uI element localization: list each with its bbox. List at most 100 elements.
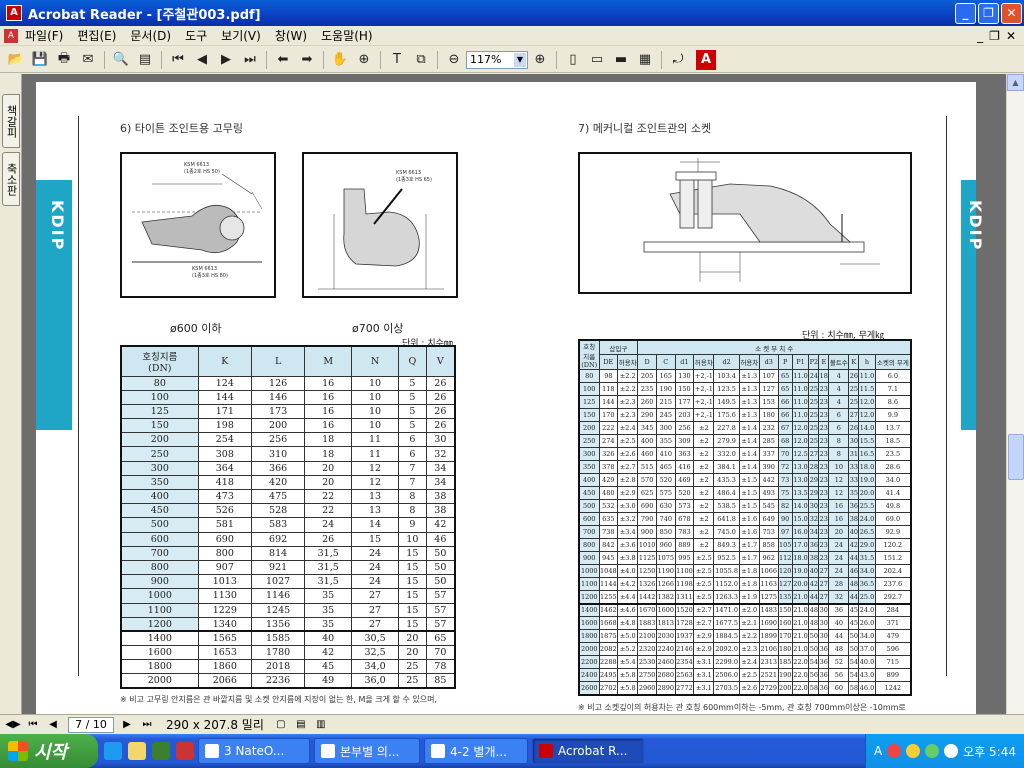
ime-indicator[interactable]: A [874, 744, 882, 758]
doc-restore-button[interactable]: ❐ [989, 29, 1000, 43]
ie-icon[interactable] [104, 742, 122, 760]
tray-icon[interactable] [887, 744, 902, 758]
last-page-icon[interactable]: ⏭ [240, 50, 260, 70]
tray-icon[interactable] [906, 744, 921, 758]
tab-bookmarks[interactable]: 책갈피 [2, 94, 20, 148]
document-icon[interactable]: A [4, 28, 18, 43]
menu-document[interactable]: 문서(D) [123, 27, 178, 44]
email-icon[interactable]: ✉ [78, 50, 98, 70]
start-button[interactable]: 시작 [0, 734, 98, 768]
fit-width-icon[interactable]: ▬ [611, 50, 631, 70]
table-cell: 127 [758, 382, 779, 396]
print-icon[interactable]: 🖶 [54, 50, 74, 70]
folder-icon[interactable] [128, 742, 146, 760]
fit-visible-icon[interactable]: ▦ [635, 50, 655, 70]
task-word1[interactable]: 본부별 의... [314, 738, 420, 764]
table-cell: 31,5 [304, 545, 353, 561]
table-cell: ±1.8 [738, 577, 760, 591]
forward-icon[interactable]: ➡ [297, 50, 317, 70]
table-cell: 23.5 [874, 447, 912, 461]
next-page-status-icon[interactable]: ▶ [118, 717, 136, 733]
table-cell: 2313 [758, 655, 779, 669]
doc-close-button[interactable]: ✕ [1006, 29, 1016, 43]
snapshot-icon[interactable]: ⧉ [411, 50, 431, 70]
zoom-out-icon[interactable]: ⊖ [444, 50, 464, 70]
prev-page-status-icon[interactable]: ◀ [44, 717, 62, 733]
vertical-scrollbar[interactable]: ▲ [1006, 74, 1024, 714]
menu-edit[interactable]: 편집(E) [70, 27, 123, 44]
next-page-icon[interactable]: ▶ [216, 50, 236, 70]
tray-icon[interactable] [944, 744, 959, 758]
single-page-icon[interactable]: ▢ [272, 717, 290, 733]
maximize-button[interactable]: ❐ [978, 2, 999, 24]
table-cell: 25.0 [858, 590, 876, 604]
fit-page-icon[interactable]: ▭ [587, 50, 607, 70]
table-cell: 190 [777, 668, 793, 682]
table-cell: 12.0 [791, 421, 810, 435]
search-icon[interactable]: 🔍 [111, 50, 131, 70]
table-cell: 26 [848, 421, 860, 435]
table-cell: 858 [758, 538, 779, 552]
first-page-icon[interactable]: ⏮ [168, 50, 188, 70]
page-number-field[interactable]: 7 / 10 [68, 716, 114, 733]
task-acrobat[interactable]: Acrobat R... [532, 738, 644, 764]
continuous-icon[interactable]: ▤ [292, 717, 310, 733]
open-icon[interactable]: 📂 [6, 50, 26, 70]
save-icon[interactable]: 💾 [30, 50, 50, 70]
task-word2[interactable]: 4-2 별개... [424, 738, 528, 764]
zoom-tool-icon[interactable]: ⊕ [354, 50, 374, 70]
document-viewport[interactable]: KDIP KDIP 6) 타이튼 조인트용 고무링 KSM 6613 (1종2호… [22, 74, 1006, 714]
table-cell: 410 [655, 447, 676, 461]
table-cell: 11.0 [858, 369, 876, 383]
table-row: 600 690 692 26 15 10 46 [120, 531, 456, 547]
adobe-logo-icon[interactable]: A [696, 49, 716, 70]
table-cell: 15.5 [858, 434, 876, 448]
menu-window[interactable]: 창(W) [268, 27, 314, 44]
table-cell: 11.0 [791, 408, 810, 422]
text-select-icon[interactable]: T [387, 50, 407, 70]
table-cell: 42 [304, 645, 353, 661]
rotate-icon[interactable]: ⤾ [668, 50, 688, 70]
table-header: L [250, 345, 306, 377]
last-page-status-icon[interactable]: ⏭ [138, 717, 156, 733]
menu-file[interactable]: 파일(F) [18, 27, 70, 44]
zoom-level-select[interactable]: 117% ▼ [466, 50, 528, 69]
table-cell: 2240 [655, 642, 676, 656]
table-cell: 24 [351, 574, 399, 590]
task-nateon[interactable]: 3 NateO... [198, 738, 310, 764]
actual-size-icon[interactable]: ▯ [563, 50, 583, 70]
scroll-left-icon[interactable]: ◀▶ [4, 717, 22, 733]
table-cell: 38 [848, 512, 860, 526]
table-cell: 16 [304, 389, 353, 405]
scroll-thumb[interactable] [1008, 434, 1024, 480]
table-cell: 56 [808, 668, 820, 682]
first-page-status-icon[interactable]: ⏮ [24, 717, 42, 733]
menu-tools[interactable]: 도구 [178, 27, 214, 44]
table-cell: 18.5 [874, 434, 912, 448]
table-cell: 29 [808, 473, 820, 487]
back-icon[interactable]: ⬅ [273, 50, 293, 70]
navigation-pane-icon[interactable]: ▤ [135, 50, 155, 70]
table-cell: ±2.1 [738, 616, 760, 630]
pdf-page: KDIP KDIP 6) 타이튼 조인트용 고무링 KSM 6613 (1종2호… [36, 82, 985, 714]
minimize-button[interactable]: _ [955, 2, 976, 24]
facing-icon[interactable]: ▥ [312, 717, 330, 733]
close-button[interactable]: ✕ [1001, 2, 1022, 24]
tray-icon[interactable] [925, 744, 940, 758]
scroll-up-icon[interactable]: ▲ [1007, 74, 1024, 91]
menu-view[interactable]: 보기(V) [214, 27, 268, 44]
table-cell: 1100 [578, 577, 600, 591]
app-icon[interactable] [176, 742, 194, 760]
table-cell: 1875 [598, 629, 619, 643]
doc-minimize-button[interactable]: _ [977, 29, 983, 43]
table-cell: ±2 [693, 421, 715, 435]
prev-page-icon[interactable]: ◀ [192, 50, 212, 70]
hand-tool-icon[interactable]: ✋ [330, 50, 350, 70]
menu-help[interactable]: 도움말(H) [314, 27, 380, 44]
chevron-down-icon[interactable]: ▼ [514, 52, 526, 67]
table-cell: 435.3 [713, 473, 740, 487]
table-cell: ±2.6 [617, 447, 639, 461]
tab-thumbnails[interactable]: 축소판 [2, 152, 20, 206]
zoom-in-icon[interactable]: ⊕ [530, 50, 550, 70]
excel-icon[interactable] [152, 742, 170, 760]
